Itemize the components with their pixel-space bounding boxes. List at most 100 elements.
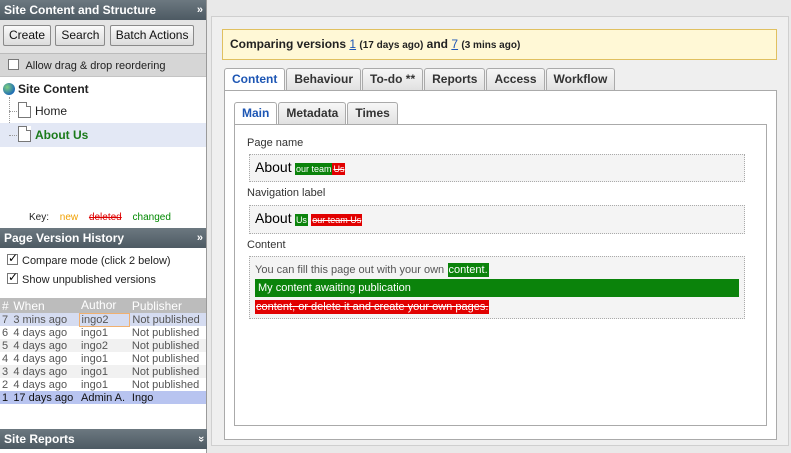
- collapse-icon[interactable]: »: [197, 228, 203, 248]
- cell-publisher: Not published: [131, 352, 200, 365]
- site-tree: Site Content Home About Us: [0, 77, 206, 209]
- cell-author: ingo1: [81, 326, 108, 339]
- compare-mode-label: Compare mode (click 2 below): [22, 255, 171, 267]
- nav-label-field[interactable]: About Us our team Us: [249, 205, 745, 234]
- cell-author: ingo1: [81, 378, 108, 391]
- content-label: Content: [247, 239, 286, 251]
- cell-publisher: Not published: [131, 378, 200, 391]
- content-text: You can fill this page out with your own: [255, 264, 445, 276]
- site-content-header[interactable]: Site Content and Structure »: [0, 0, 206, 20]
- cell-num: 4: [2, 352, 9, 365]
- table-row[interactable]: 6 4 days ago ingo1 Not published: [0, 326, 206, 339]
- compare-mode-checkbox[interactable]: [7, 251, 18, 265]
- compare-prefix: Comparing versions: [230, 37, 347, 51]
- tree-item-label: About Us: [35, 128, 89, 142]
- page-name-inserted: our team: [294, 163, 333, 175]
- compare-mode-option[interactable]: Compare mode (click 2 below): [7, 251, 206, 267]
- tab-content[interactable]: Content: [224, 68, 286, 91]
- table-row[interactable]: 1 17 days ago Admin A. Ingo: [0, 391, 206, 404]
- site-reports-title: Site Reports: [4, 432, 75, 446]
- collapse-icon[interactable]: »: [197, 0, 203, 20]
- globe-icon: [3, 83, 15, 95]
- table-row[interactable]: 4 4 days ago ingo1 Not published: [0, 352, 206, 365]
- tab-reports[interactable]: Reports: [424, 68, 486, 90]
- tree-item-label: Home: [35, 104, 68, 118]
- col-when[interactable]: When: [11, 298, 80, 313]
- site-tree-toolbar: Create Search Batch Actions: [0, 20, 206, 54]
- drag-drop-label: Allow drag & drop reordering: [25, 60, 166, 72]
- table-row[interactable]: 3 4 days ago ingo1 Not published: [0, 365, 206, 378]
- tree-root-label: Site Content: [18, 82, 89, 96]
- show-unpublished-checkbox[interactable]: [7, 270, 18, 284]
- cell-num: 3: [0, 365, 12, 378]
- cell-author: ingo2: [78, 312, 131, 327]
- table-row[interactable]: 5 4 days ago ingo2 Not published: [0, 339, 206, 352]
- tree-branch: [9, 111, 17, 112]
- search-button[interactable]: Search: [55, 25, 106, 46]
- version-7-link[interactable]: 7: [451, 37, 458, 51]
- main-tabs: Content Behaviour To-do ** Reports Access Wor…: [224, 68, 616, 91]
- show-unpublished-option[interactable]: Show unpublished versions: [7, 270, 206, 286]
- cell-author: ingo2: [79, 339, 130, 352]
- tree-item-home[interactable]: Home: [0, 99, 206, 123]
- cell-when: 4 days ago: [13, 378, 68, 391]
- page-name-deleted: Us: [332, 163, 346, 175]
- content-deleted-block: content, or delete it and create your ow…: [255, 300, 490, 314]
- key-deleted: deleted: [88, 212, 122, 223]
- table-row[interactable]: 7 3 mins ago ingo2 Not published: [0, 312, 206, 327]
- content-editor[interactable]: You can fill this page out with your own…: [249, 256, 745, 319]
- tab-workflow[interactable]: Workflow: [545, 68, 616, 90]
- cell-when: 4 days ago: [13, 326, 68, 339]
- cell-when: 4 days ago: [13, 352, 68, 365]
- tab-metadata[interactable]: Metadata: [278, 102, 347, 124]
- sub-tabs: Main Metadata Times: [234, 102, 399, 125]
- tab-times[interactable]: Times: [347, 102, 398, 124]
- content-line-1: You can fill this page out with your own…: [255, 262, 739, 277]
- show-unpublished-label: Show unpublished versions: [22, 274, 156, 286]
- version-7-age: (3 mins ago): [461, 40, 521, 51]
- cell-publisher: Not published: [129, 313, 206, 326]
- key-changed: changed: [132, 212, 171, 223]
- tab-todo[interactable]: To-do **: [362, 68, 424, 90]
- content-tab-panel: Main Metadata Times Page name About our te…: [224, 90, 777, 440]
- nav-label-base: About: [255, 210, 292, 226]
- key-label: Key:: [29, 212, 50, 223]
- version-history-header[interactable]: Page Version History »: [0, 228, 206, 248]
- legend-key: Key: new deleted changed: [0, 209, 206, 228]
- tree-item-about-us[interactable]: About Us: [0, 123, 206, 147]
- tree-root[interactable]: Site Content: [3, 82, 89, 96]
- cell-publisher: Not published: [131, 326, 200, 339]
- tab-behaviour[interactable]: Behaviour: [286, 68, 362, 90]
- key-new: new: [59, 212, 79, 223]
- edit-form: Comparing versions 1 (17 days ago) and 7…: [211, 16, 789, 446]
- tab-main[interactable]: Main: [234, 102, 278, 125]
- page-icon: [18, 126, 31, 142]
- site-reports-header[interactable]: Site Reports »: [0, 429, 207, 449]
- batch-actions-button[interactable]: Batch Actions: [109, 25, 195, 46]
- version-1-link[interactable]: 1: [349, 37, 356, 51]
- expand-icon[interactable]: »: [191, 436, 211, 442]
- table-header-row: # When Author Publisher: [0, 298, 206, 313]
- tab-access[interactable]: Access: [486, 68, 545, 90]
- cell-author: ingo1: [79, 365, 130, 378]
- col-author[interactable]: Author: [79, 298, 130, 313]
- cell-when: 4 days ago: [11, 365, 80, 378]
- cell-num: 5: [0, 339, 12, 352]
- cell-num: 1: [0, 391, 12, 404]
- drag-drop-checkbox[interactable]: [8, 59, 19, 70]
- cell-publisher: Not published: [129, 365, 206, 378]
- create-button[interactable]: Create: [3, 25, 52, 46]
- page-icon: [18, 102, 31, 118]
- drag-drop-option[interactable]: Allow drag & drop reordering: [0, 54, 206, 77]
- cell-author: Admin A.: [79, 391, 130, 404]
- page-name-label: Page name: [247, 137, 304, 149]
- nav-label-label: Navigation label: [247, 187, 326, 199]
- col-publisher[interactable]: Publisher: [129, 298, 206, 313]
- page-name-field[interactable]: About our team Us: [249, 154, 745, 182]
- compare-notice: Comparing versions 1 (17 days ago) and 7…: [222, 29, 777, 60]
- col-num[interactable]: #: [0, 298, 12, 313]
- cell-when: 4 days ago: [11, 339, 80, 352]
- table-row[interactable]: 2 4 days ago ingo1 Not published: [0, 378, 206, 391]
- tree-branch: [9, 135, 17, 136]
- nav-label-deleted: our team Us: [311, 214, 363, 226]
